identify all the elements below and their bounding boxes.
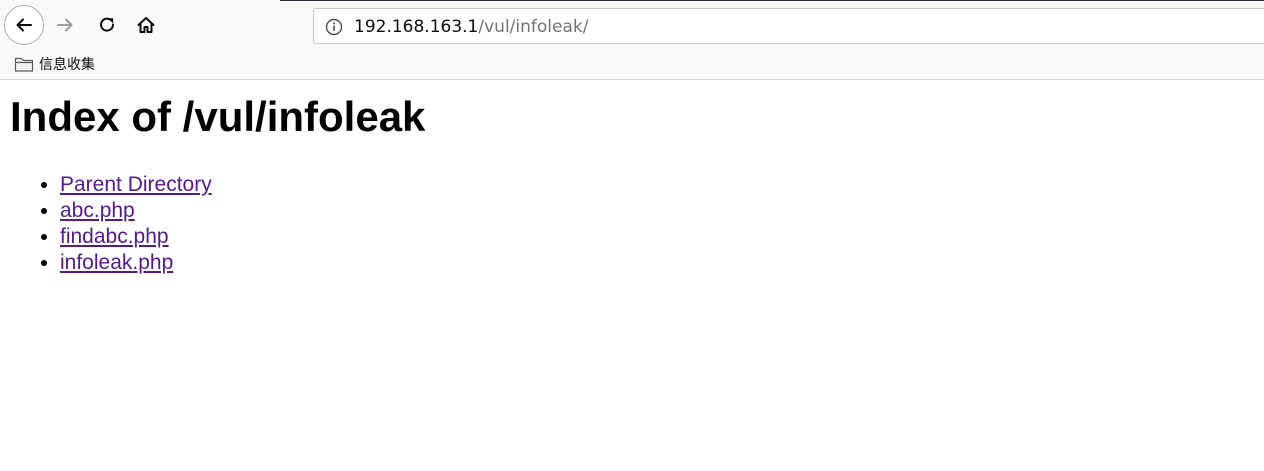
list-item: abc.php <box>60 198 212 224</box>
bookmark-folder[interactable]: 信息收集 <box>14 53 95 75</box>
page-title: Index of /vul/infoleak <box>10 93 426 140</box>
file-link-findabc[interactable]: findabc.php <box>60 225 169 248</box>
list-item: Parent Directory <box>60 172 212 198</box>
browser-chrome: 192.168.163.1/vul/infoleak/ 信息收集 <box>0 0 1264 80</box>
info-icon[interactable] <box>325 18 343 36</box>
bookmark-label: 信息收集 <box>39 57 95 73</box>
folder-icon <box>14 57 34 72</box>
list-item: infoleak.php <box>60 250 212 276</box>
address-bar[interactable]: 192.168.163.1/vul/infoleak/ <box>313 8 1264 44</box>
back-button[interactable] <box>4 5 44 45</box>
file-link-abc[interactable]: abc.php <box>60 199 135 222</box>
reload-button[interactable] <box>92 10 122 40</box>
file-list: Parent Directory abc.php findabc.php inf… <box>20 172 212 276</box>
forward-button[interactable] <box>50 10 80 40</box>
file-link-infoleak[interactable]: infoleak.php <box>60 251 173 274</box>
url-text[interactable]: 192.168.163.1/vul/infoleak/ <box>354 17 588 37</box>
bookmarks-toolbar: 信息收集 <box>0 50 1264 79</box>
home-icon <box>137 17 155 33</box>
parent-directory-link[interactable]: Parent Directory <box>60 173 212 196</box>
reload-icon <box>100 17 115 32</box>
url-host: 192.168.163.1 <box>354 17 479 37</box>
back-arrow-icon <box>16 18 32 32</box>
list-item: findabc.php <box>60 224 212 250</box>
url-path: /vul/infoleak/ <box>478 17 589 37</box>
browser-toolbar: 192.168.163.1/vul/infoleak/ <box>0 0 1264 50</box>
forward-arrow-icon <box>57 18 73 32</box>
home-button[interactable] <box>131 10 161 40</box>
